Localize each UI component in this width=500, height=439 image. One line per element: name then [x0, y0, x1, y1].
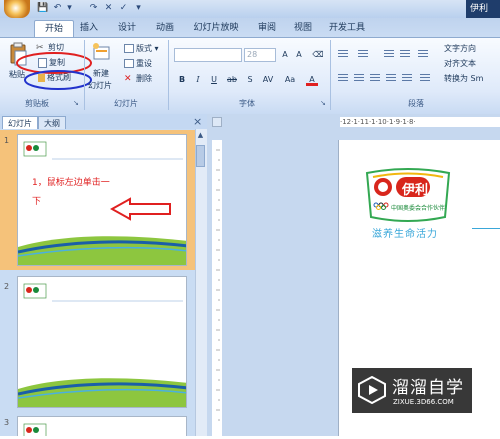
dropdown-icon[interactable]: ▾	[64, 3, 75, 14]
customize-icon[interactable]: ▾	[133, 3, 144, 14]
quick-access-more-icon[interactable]: ✓	[118, 3, 129, 14]
reset-label: 重设	[136, 59, 152, 68]
slide-thumbnail-3[interactable]	[17, 416, 187, 436]
window-title: 伊利	[466, 0, 500, 18]
tab-design[interactable]: 设计	[114, 20, 140, 37]
shadow-icon[interactable]: S	[244, 74, 256, 86]
layout-icon	[124, 44, 134, 53]
new-slide-label[interactable]: 新建	[93, 68, 109, 80]
text-direction-button[interactable]: 文字方向	[444, 43, 476, 55]
align-text-button[interactable]: 对齐文本	[444, 58, 476, 70]
tab-developer[interactable]: 开发工具	[327, 20, 367, 37]
delete-label: 删除	[136, 74, 152, 83]
reset-button[interactable]: 重设	[124, 58, 152, 70]
tab-insert[interactable]: 插入	[76, 20, 102, 37]
underline-icon[interactable]: U	[208, 74, 220, 86]
group-separator	[330, 40, 331, 110]
vertical-ruler	[212, 140, 222, 436]
dialog-launcher-icon[interactable]: ↘	[320, 99, 328, 107]
font-size-combo[interactable]: 28	[244, 48, 276, 62]
annotation-text-1: 1，鼠标左边单击一	[32, 178, 110, 188]
brand-name: 伊利	[402, 183, 429, 198]
office-button[interactable]	[4, 0, 30, 18]
scrollbar-thumb[interactable]	[196, 145, 205, 167]
partner-text: 中国奥委会合作伙伴	[391, 205, 446, 212]
tab-animation[interactable]: 动画	[152, 20, 178, 37]
font-group-label: 字体	[239, 99, 255, 108]
strikethrough-icon[interactable]: ab	[226, 74, 238, 86]
close-doc-icon[interactable]: ✕	[103, 3, 114, 14]
title-bar	[0, 0, 500, 18]
slogan-text: 滋养生命活力	[372, 229, 438, 240]
scroll-up-icon[interactable]: ▲	[196, 131, 205, 140]
new-slide-icon[interactable]	[90, 42, 112, 64]
tab-slides[interactable]: 幻灯片	[2, 116, 38, 130]
reset-icon	[124, 59, 134, 68]
clear-format-icon[interactable]: ⌫	[312, 49, 324, 61]
watermark-name: 溜溜自学	[392, 378, 464, 398]
tab-review[interactable]: 审阅	[254, 20, 280, 37]
ribbon-tab-row	[0, 18, 500, 38]
slide-2-background	[18, 283, 186, 407]
italic-icon[interactable]: I	[192, 74, 204, 86]
char-spacing-icon[interactable]: AV	[262, 74, 274, 86]
close-panel-icon[interactable]: ×	[193, 115, 202, 128]
undo-icon[interactable]: ↶	[52, 3, 63, 14]
slide-number: 1	[4, 136, 10, 145]
slide-number: 2	[4, 282, 10, 291]
convert-smartart-button[interactable]: 转换为 Sm	[444, 73, 483, 85]
save-icon[interactable]: 💾	[37, 3, 48, 14]
tab-outline[interactable]: 大纲	[38, 116, 66, 130]
slide-3-background	[23, 423, 47, 436]
slide-number: 3	[4, 418, 10, 427]
play-logo-icon	[358, 376, 386, 404]
group-separator	[168, 40, 169, 110]
delete-icon: ✕	[124, 73, 132, 84]
title-line	[472, 228, 500, 229]
left-arrow-icon	[110, 197, 171, 221]
font-name-combo[interactable]	[174, 48, 242, 62]
slides-group-label: 幻灯片	[114, 99, 138, 108]
group-separator	[84, 40, 85, 110]
delete-button[interactable]: ✕ 删除	[124, 73, 152, 85]
list-buttons	[336, 48, 438, 93]
change-case-icon[interactable]: Aa	[284, 74, 296, 86]
tab-view[interactable]: 视图	[290, 20, 316, 37]
new-slide-label-2[interactable]: 幻灯片	[88, 80, 112, 92]
watermark-url: ZIXUE.3D66.COM	[393, 398, 454, 406]
shrink-font-icon[interactable]: A	[293, 49, 305, 61]
dialog-launcher-icon[interactable]: ↘	[73, 99, 81, 107]
layout-button[interactable]: 版式 ▾	[124, 43, 159, 55]
tab-home[interactable]: 开始	[34, 20, 74, 38]
bold-icon[interactable]: B	[176, 74, 188, 86]
annotation-ellipses	[16, 52, 92, 90]
tab-slideshow[interactable]: 幻灯片放映	[188, 20, 244, 37]
watermark: 溜溜自学 ZIXUE.3D66.COM	[352, 368, 472, 413]
slide-thumbnail-2[interactable]	[17, 276, 187, 408]
slide-thumbnail-1[interactable]: 1，鼠标左边单击一 下	[17, 134, 187, 266]
paragraph-group-label: 段落	[408, 99, 424, 108]
layout-label: 版式	[136, 44, 152, 53]
thumbnail-scrollbar[interactable]	[195, 129, 207, 436]
clipboard-group-label: 剪贴板	[25, 99, 49, 108]
tab-selector[interactable]	[212, 117, 222, 127]
horizontal-ruler: ·12·1·11·1·10·1·9·1·8·	[340, 117, 500, 127]
annotation-text-2: 下	[32, 197, 42, 207]
font-color-icon[interactable]: A	[306, 74, 318, 86]
redo-icon[interactable]: ↷	[88, 3, 99, 14]
grow-font-icon[interactable]: A	[279, 49, 291, 61]
